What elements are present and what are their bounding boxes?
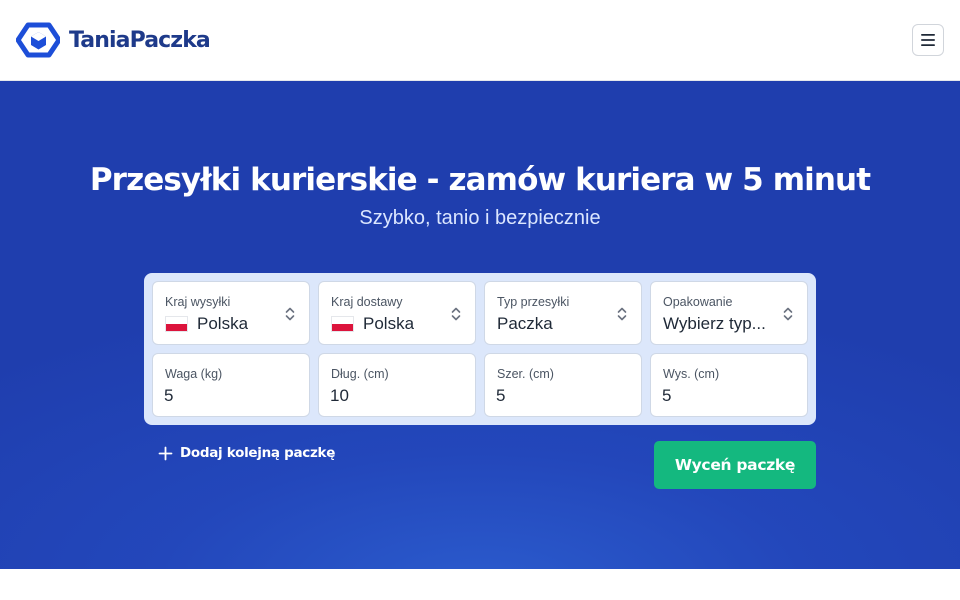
packaging-label: Opakowanie xyxy=(663,295,733,309)
weight-input[interactable] xyxy=(164,384,298,408)
quote-parcel-button[interactable]: Wyceń paczkę xyxy=(654,441,816,489)
shipment-type-select[interactable]: Typ przesyłki Paczka xyxy=(484,281,642,345)
add-parcel-button[interactable]: Dodaj kolejną paczkę xyxy=(158,443,335,463)
sender-country-value: Polska xyxy=(197,314,249,333)
poland-flag-icon xyxy=(331,316,354,332)
poland-flag-icon xyxy=(165,316,188,332)
select-arrows-icon xyxy=(617,307,627,321)
width-input[interactable] xyxy=(496,384,630,408)
shipment-type-value-wrap: Paczka xyxy=(497,313,615,335)
select-arrows-icon xyxy=(783,307,793,321)
delivery-country-label: Kraj dostawy xyxy=(331,295,403,309)
delivery-country-value-wrap: Polska xyxy=(331,313,449,335)
brand-name: TaniaPaczka xyxy=(69,27,211,53)
weight-field[interactable]: Waga (kg) xyxy=(152,353,310,417)
select-arrows-icon xyxy=(285,307,295,321)
packaging-select[interactable]: Opakowanie Wybierz typ... xyxy=(650,281,808,345)
plus-icon xyxy=(158,446,173,460)
length-field[interactable]: Dług. (cm) xyxy=(318,353,476,417)
packaging-value: Wybierz typ... xyxy=(663,314,766,333)
hexagon-box-logo-icon xyxy=(16,22,60,58)
shipment-type-label: Typ przesyłki xyxy=(497,295,570,309)
hero-title: Przesyłki kurierskie - zamów kuriera w 5… xyxy=(89,162,871,198)
height-label: Wys. (cm) xyxy=(663,367,720,381)
parcel-quote-form: Kraj wysyłki Polska Kraj dostawy Polska … xyxy=(144,273,816,425)
packaging-value-wrap: Wybierz typ... xyxy=(663,313,781,335)
length-label: Dług. (cm) xyxy=(331,367,389,381)
hamburger-menu-icon xyxy=(921,34,935,46)
hero-section: Przesyłki kurierskie - zamów kuriera w 5… xyxy=(0,81,960,569)
sender-country-label: Kraj wysyłki xyxy=(165,295,231,309)
weight-label: Waga (kg) xyxy=(165,367,223,381)
menu-button[interactable] xyxy=(912,24,944,56)
sender-country-value-wrap: Polska xyxy=(165,313,283,335)
brand-logo[interactable]: TaniaPaczka xyxy=(16,21,211,59)
width-label: Szer. (cm) xyxy=(497,367,554,381)
add-parcel-label: Dodaj kolejną paczkę xyxy=(180,445,336,461)
height-input[interactable] xyxy=(662,384,796,408)
site-header: TaniaPaczka xyxy=(0,0,960,81)
shipment-type-value: Paczka xyxy=(497,314,553,333)
delivery-country-select[interactable]: Kraj dostawy Polska xyxy=(318,281,476,345)
hero-subtitle: Szybko, tanio i bezpiecznie xyxy=(359,207,601,229)
sender-country-select[interactable]: Kraj wysyłki Polska xyxy=(152,281,310,345)
delivery-country-value: Polska xyxy=(363,314,415,333)
length-input[interactable] xyxy=(330,384,464,408)
width-field[interactable]: Szer. (cm) xyxy=(484,353,642,417)
height-field[interactable]: Wys. (cm) xyxy=(650,353,808,417)
select-arrows-icon xyxy=(451,307,461,321)
